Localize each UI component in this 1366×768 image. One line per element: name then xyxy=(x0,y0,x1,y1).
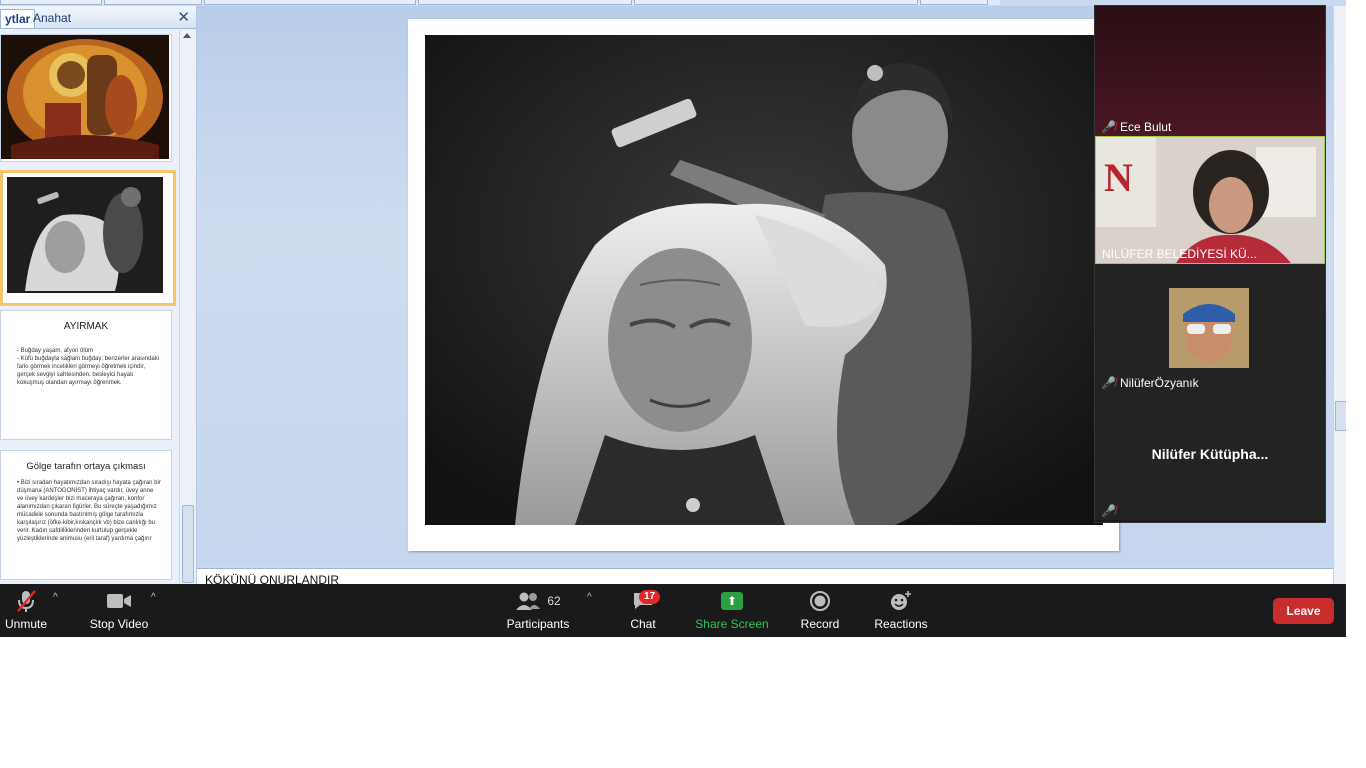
participant-name-4: 🎤̸ xyxy=(1101,504,1116,518)
chat-label: Chat xyxy=(630,617,656,631)
participant-label-4: Nilüfer Kütüpha... xyxy=(1151,446,1269,462)
meeting-toolbar: Unmute ^ Stop Video ^ 62 Participants ^ … xyxy=(0,584,1346,637)
participants-count: 62 xyxy=(547,594,561,608)
thumbnails-scrollbar[interactable] xyxy=(179,30,194,584)
mic-muted-icon xyxy=(0,588,52,614)
ribbon-remnant xyxy=(0,0,1000,5)
mic-muted-icon: 🎤̸ xyxy=(1101,504,1116,518)
slide-thumb-4[interactable]: Gölge tarafın ortaya çıkması • Bizi sıra… xyxy=(0,450,172,580)
chat-icon: 17 xyxy=(623,588,663,614)
stop-video-label: Stop Video xyxy=(89,617,149,631)
stop-video-button[interactable]: Stop Video xyxy=(86,584,152,637)
tab-outline[interactable]: Anahat xyxy=(29,9,75,27)
participant-tile-3[interactable]: 🎤̸ NilüferÖzyanık xyxy=(1095,264,1325,392)
share-screen-button[interactable]: ⬆ Share Screen xyxy=(694,584,770,637)
slide-thumbnails: AYIRMAK - Buğday yaşam, afyon ölüm - Küf… xyxy=(0,30,178,584)
leave-button[interactable]: Leave xyxy=(1273,598,1334,624)
video-options-icon[interactable]: ^ xyxy=(151,592,156,603)
participant-label-3: NilüferÖzyanık xyxy=(1119,376,1199,390)
current-slide[interactable] xyxy=(408,19,1119,551)
notes-pane[interactable]: KÖKÜNÜ ONURLANDIR xyxy=(197,568,1333,585)
participants-button[interactable]: 62 Participants xyxy=(505,584,571,637)
participant-name-1: 🎤̸ Ece Bulut xyxy=(1101,120,1171,134)
grandmother-granddaughter-image xyxy=(425,35,1103,525)
audio-options-icon[interactable]: ^ xyxy=(53,592,58,603)
share-screen-icon: ⬆ xyxy=(694,588,770,614)
record-icon xyxy=(798,588,842,614)
speaker-video: N xyxy=(1096,137,1324,263)
slides-panel: ytlar Anahat ✕ AYIRMAK - Buğday yaşam, a… xyxy=(0,6,197,584)
record-button[interactable]: Record xyxy=(798,584,842,637)
participants-label: Participants xyxy=(506,617,570,631)
participant-name-3: 🎤̸ NilüferÖzyanık xyxy=(1101,376,1199,390)
participants-icon: 62 xyxy=(505,588,571,614)
slide-thumb-4-bullet-1: • Bizi sıradan hayatımızdan sıradışı hay… xyxy=(17,480,161,542)
participant-tile-1[interactable]: 🎤̸ Ece Bulut xyxy=(1095,6,1325,136)
grandmother-photo xyxy=(425,35,1103,525)
scroll-up-icon[interactable] xyxy=(183,33,191,38)
reactions-button[interactable]: Reactions xyxy=(872,584,930,637)
unmute-button[interactable]: Unmute xyxy=(0,584,52,637)
record-label: Record xyxy=(800,617,840,631)
video-gallery: 🎤̸ Ece Bulut N NİLÜFER BELEDİYESİ KÜ... xyxy=(1094,5,1326,523)
panel-tabs: ytlar Anahat ✕ xyxy=(0,6,196,29)
chat-button[interactable]: 17 Chat xyxy=(623,584,663,637)
close-icon[interactable]: ✕ xyxy=(177,8,190,26)
reactions-icon xyxy=(872,588,930,614)
slide-scrollbar-thumb[interactable] xyxy=(1335,401,1346,431)
unmute-label: Unmute xyxy=(4,617,48,631)
dreamcatcher-image xyxy=(1,35,169,159)
participant-tile-4[interactable]: Nilüfer Kütüpha... 🎤̸ xyxy=(1095,392,1325,520)
svg-text:N: N xyxy=(1104,155,1133,200)
mic-muted-icon: 🎤̸ xyxy=(1101,120,1116,134)
slide-thumb-3-bullet-1: - Buğday yaşam, afyon ölüm xyxy=(17,348,94,354)
chat-unread-badge: 17 xyxy=(639,590,661,604)
participant-label-2: NİLÜFER BELEDİYESİ KÜ... xyxy=(1102,247,1257,261)
scrollbar-thumb[interactable] xyxy=(182,505,194,583)
screen-share: ytlar Anahat ✕ AYIRMAK - Buğday yaşam, a… xyxy=(0,0,1346,637)
participant-name-2: NİLÜFER BELEDİYESİ KÜ... xyxy=(1102,247,1257,261)
slide-thumb-3-bullet-2: - Küfü buğdayla sağlam buğday; benzerler… xyxy=(17,356,160,386)
participants-options-icon[interactable]: ^ xyxy=(587,592,592,603)
mic-muted-icon: 🎤̸ xyxy=(1101,376,1116,390)
slide-thumb-1[interactable] xyxy=(0,34,172,162)
participant-label-1: Ece Bulut xyxy=(1119,120,1172,134)
avatar xyxy=(1169,288,1249,368)
share-screen-label: Share Screen xyxy=(695,617,769,631)
slide-thumb-2[interactable] xyxy=(0,170,176,306)
reactions-label: Reactions xyxy=(874,617,928,631)
participant-tile-2[interactable]: N NİLÜFER BELEDİYESİ KÜ... xyxy=(1095,136,1325,264)
grandmother-image-thumb xyxy=(3,173,167,297)
slide-scrollbar[interactable] xyxy=(1333,6,1346,584)
slide-thumb-4-title: Gölge tarafın ortaya çıkması xyxy=(26,461,146,472)
slide-thumb-3[interactable]: AYIRMAK - Buğday yaşam, afyon ölüm - Küf… xyxy=(0,310,172,440)
video-camera-icon xyxy=(86,588,152,614)
slide-thumb-3-title: AYIRMAK xyxy=(63,321,109,332)
